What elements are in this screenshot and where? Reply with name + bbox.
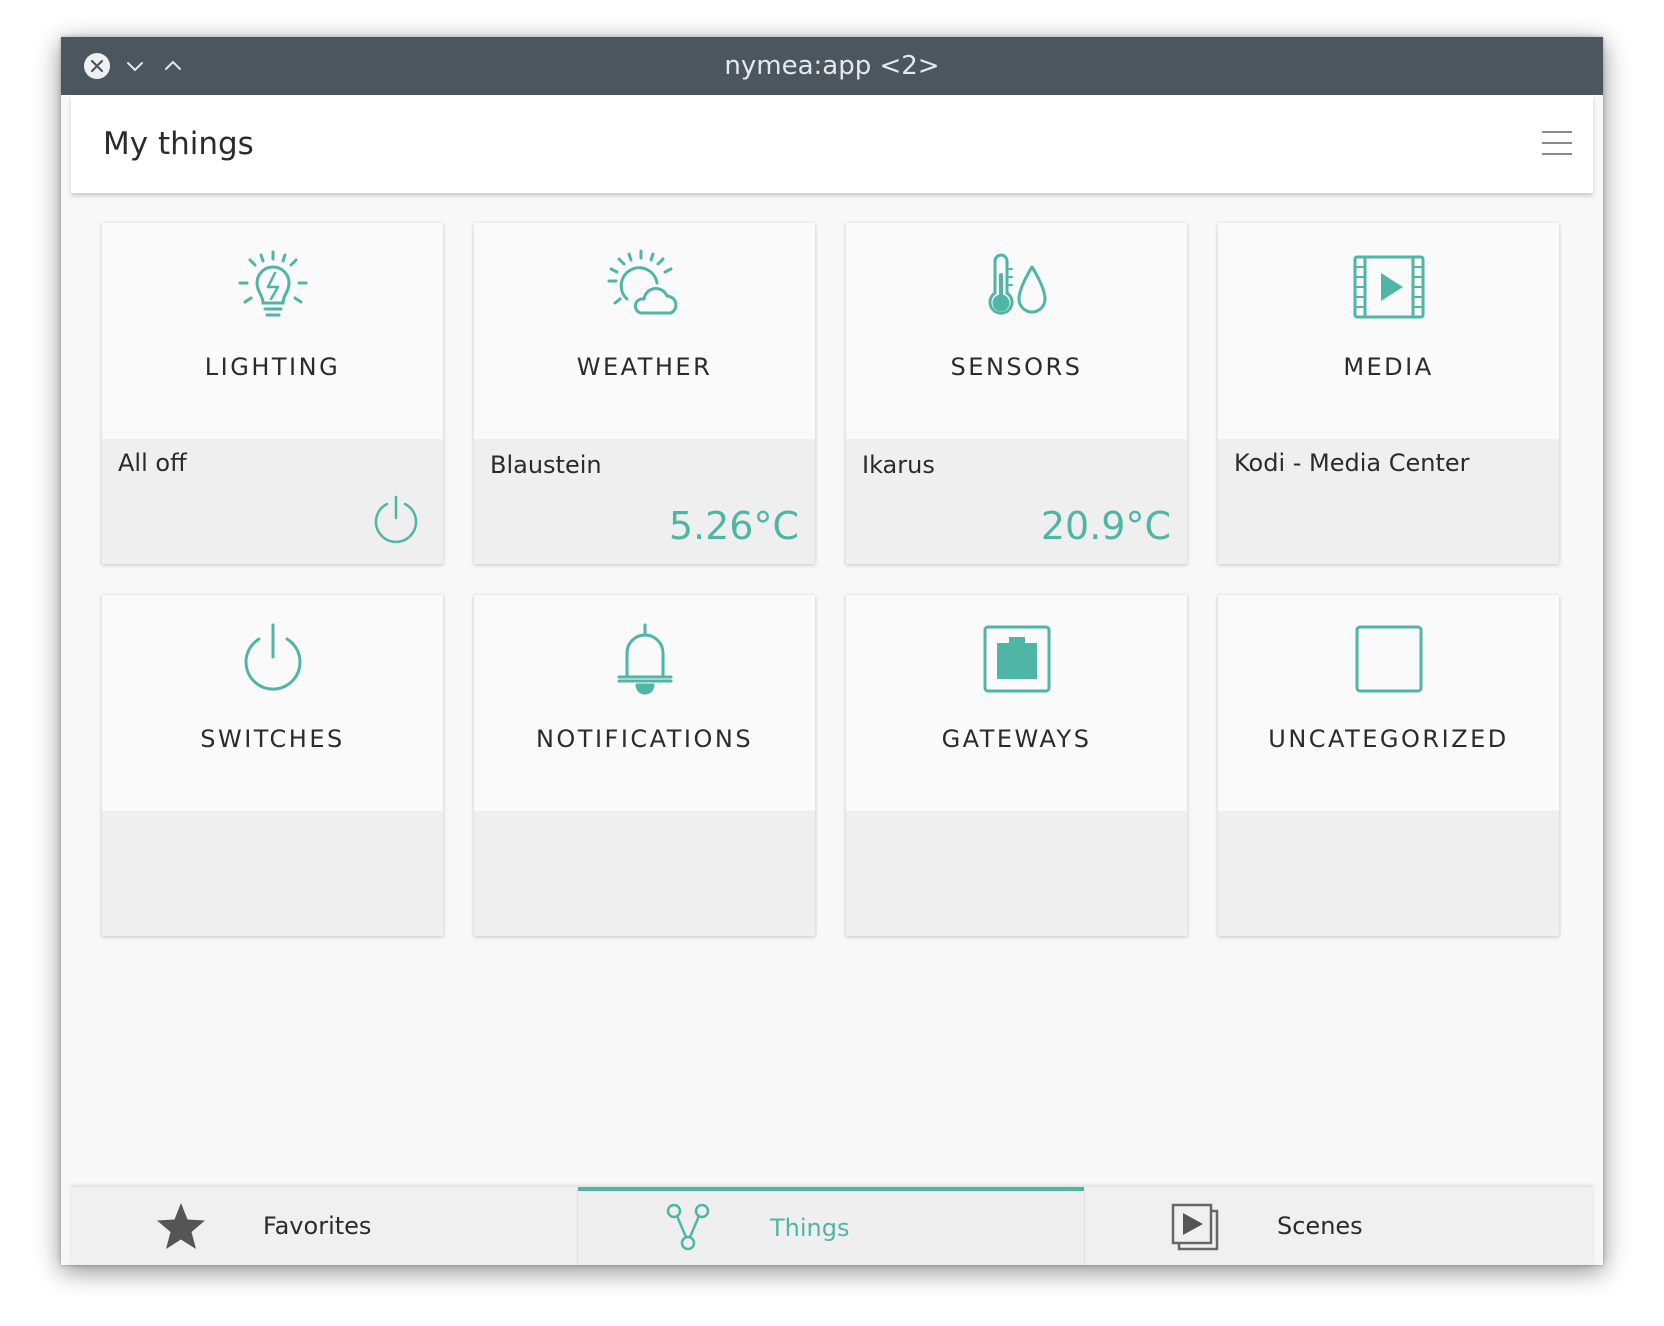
tile-footer: Blaustein 5.26°C <box>474 439 815 564</box>
tile-lighting[interactable]: LIGHTING All off <box>102 223 443 564</box>
tile-header: LIGHTING <box>102 223 443 439</box>
tile-header: NOTIFICATIONS <box>474 595 815 811</box>
tab-things[interactable]: Things <box>578 1187 1084 1265</box>
tile-header: MEDIA <box>1218 223 1559 439</box>
tile-weather[interactable]: WEATHER Blaustein 5.26°C <box>474 223 815 564</box>
tile-footer: Kodi - Media Center <box>1218 439 1559 564</box>
tile-header: SENSORS <box>846 223 1187 439</box>
tile-subtitle: Kodi - Media Center <box>1234 449 1470 477</box>
tile-label: LIGHTING <box>204 353 341 381</box>
tile-gateways[interactable]: GATEWAYS <box>846 595 1187 936</box>
tile-footer <box>474 811 815 936</box>
tile-uncategorized[interactable]: UNCATEGORIZED <box>1218 595 1559 936</box>
hamburger-menu-icon <box>1542 131 1572 155</box>
tile-notifications[interactable]: NOTIFICATIONS <box>474 595 815 936</box>
tab-scenes[interactable]: Scenes <box>1085 1187 1591 1265</box>
main-menu-button[interactable] <box>1539 125 1575 161</box>
tile-label: NOTIFICATIONS <box>535 725 754 753</box>
tile-label: MEDIA <box>1343 353 1434 381</box>
power-icon <box>374 495 418 544</box>
page-title: My things <box>103 126 254 162</box>
temperature-value: 5.26°C <box>668 504 799 548</box>
tab-label: Scenes <box>1277 1212 1363 1240</box>
app-header: My things <box>71 95 1593 193</box>
tile-footer <box>846 811 1187 936</box>
bell-icon <box>617 623 672 695</box>
tile-label: SENSORS <box>950 353 1083 381</box>
tile-header: UNCATEGORIZED <box>1218 595 1559 811</box>
tile-header: SWITCHES <box>102 595 443 811</box>
tile-subtitle: Blaustein <box>490 451 602 479</box>
tile-media[interactable]: MEDIA Kodi - Media Center <box>1218 223 1559 564</box>
star-icon <box>157 1203 205 1249</box>
tile-subtitle: All off <box>118 449 187 477</box>
lighting-power-button[interactable] <box>371 494 421 548</box>
light-bulb-icon <box>238 250 307 317</box>
things-icon <box>666 1203 710 1251</box>
weather-icon <box>607 249 677 315</box>
tile-footer <box>102 811 443 936</box>
app-window: nymea:app <2> My things LIGHTING All off… <box>61 37 1603 1265</box>
title-bar: nymea:app <2> <box>61 37 1603 95</box>
window-title: nymea:app <2> <box>724 51 940 81</box>
tile-header: WEATHER <box>474 223 815 439</box>
tile-label: SWITCHES <box>200 725 345 753</box>
tile-footer <box>1218 811 1559 936</box>
sensors-icon <box>988 253 1046 315</box>
media-icon <box>1353 255 1424 319</box>
uncategorized-icon <box>1355 625 1422 693</box>
power-icon <box>244 623 301 691</box>
temperature-value: 20.9°C <box>1040 504 1171 548</box>
tile-header: GATEWAYS <box>846 595 1187 811</box>
scenes-icon <box>1171 1203 1219 1251</box>
tile-subtitle: Ikarus <box>862 451 935 479</box>
tile-footer: Ikarus 20.9°C <box>846 439 1187 564</box>
tile-footer: All off <box>102 439 443 564</box>
bottom-tab-bar: Favorites Things Scenes <box>71 1187 1593 1265</box>
tile-label: WEATHER <box>576 353 713 381</box>
tile-label: GATEWAYS <box>941 725 1092 753</box>
gateway-icon <box>983 625 1050 693</box>
tab-favorites[interactable]: Favorites <box>71 1187 577 1265</box>
tile-sensors[interactable]: SENSORS Ikarus 20.9°C <box>846 223 1187 564</box>
tab-label: Favorites <box>263 1212 372 1240</box>
things-grid: LIGHTING All off WEATHER Blaustein 5.26°… <box>71 193 1593 1187</box>
tile-switches[interactable]: SWITCHES <box>102 595 443 936</box>
tile-label: UNCATEGORIZED <box>1268 725 1509 753</box>
tab-label: Things <box>770 1214 850 1242</box>
